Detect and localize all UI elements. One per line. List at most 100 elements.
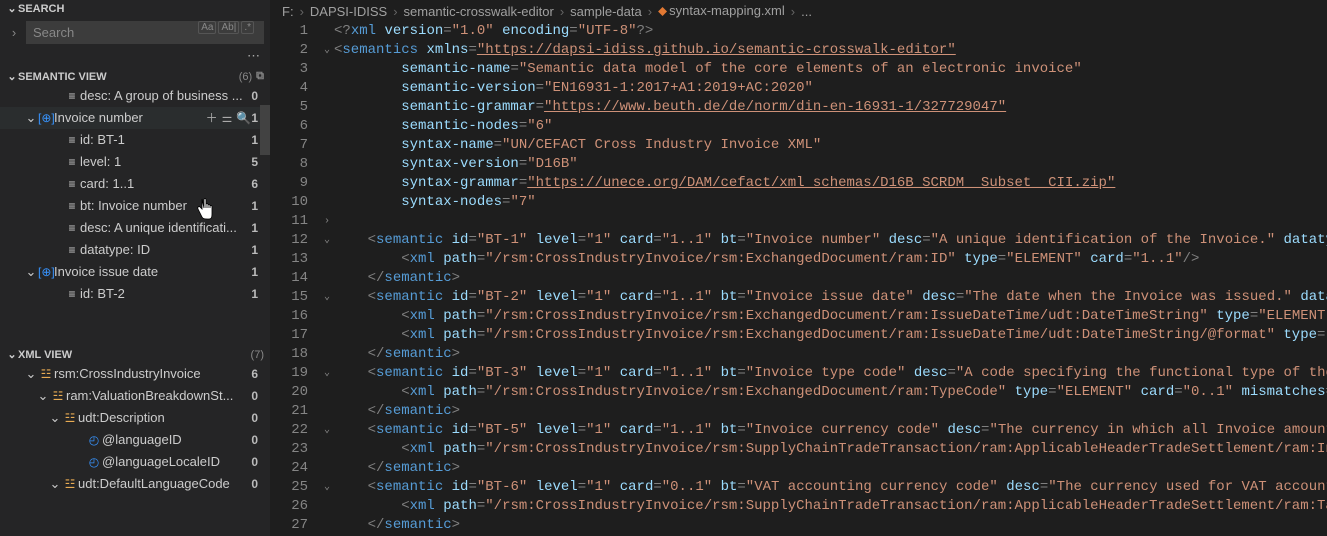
fold-gutter[interactable]: ⌄›⌄⌄⌄⌄⌄ (320, 22, 334, 536)
xml-tree-item[interactable]: ◴@languageID0 (0, 429, 270, 451)
code-line[interactable]: semantic-grammar="https://www.beuth.de/d… (334, 98, 1327, 117)
code-line[interactable]: syntax-grammar="https://unece.org/DAM/ce… (334, 174, 1327, 193)
fold-toggle (320, 136, 334, 155)
fold-toggle[interactable]: › (320, 212, 334, 231)
code-line[interactable]: <xml path="/rsm:CrossIndustryInvoice/rsm… (334, 383, 1327, 402)
code-line[interactable]: <xml path="/rsm:CrossIndustryInvoice/rsm… (334, 440, 1327, 459)
code-line[interactable]: <semantic id="BT-1" level="1" card="1..1… (334, 231, 1327, 250)
regex-toggle[interactable]: .* (241, 21, 254, 34)
semantic-tree-item[interactable]: ≡bt: Invoice number1 (0, 195, 270, 217)
code-lines[interactable]: <?xml version="1.0" encoding="UTF-8"?><s… (334, 22, 1327, 536)
code-line[interactable]: <semantics xmlns="https://dapsi-idiss.gi… (334, 41, 1327, 60)
item-icon: ☳ (38, 364, 54, 384)
item-icon: ☳ (50, 386, 66, 406)
fold-toggle[interactable]: ⌄ (320, 288, 334, 307)
semantic-tree-item[interactable]: ≡id: BT-11 (0, 129, 270, 151)
semantic-view-header[interactable]: ⌄ SEMANTIC VIEW (6) ⧉ (0, 68, 270, 85)
xml-tree-item[interactable]: ⌄☳rsm:CrossIndustryInvoice6 (0, 363, 270, 385)
semantic-tree-item[interactable]: ⌄[⊕]Invoice issue date1 (0, 261, 270, 283)
semantic-tree-item[interactable]: ≡desc: A unique identificati...1 (0, 217, 270, 239)
semantic-tree-item[interactable]: ⌄[⊕]Invoice number＋⚌🔍1 (0, 107, 270, 129)
line-number: 21 (270, 402, 308, 421)
breadcrumb-segment[interactable]: ... (801, 4, 812, 19)
semantic-tree-item[interactable]: ≡desc: A group of business ...0 (0, 85, 270, 107)
sidebar: ⌄ SEARCH › Aa Ab| .* ⋯ ⌄ SEMANTIC VIEW (… (0, 0, 270, 536)
xml-tree-item[interactable]: ⌄☳udt:Description0 (0, 407, 270, 429)
code-line[interactable]: <semantic id="BT-3" level="1" card="1..1… (334, 364, 1327, 383)
code-line[interactable]: </semantic> (334, 516, 1327, 535)
breadcrumb-segment[interactable]: semantic-crosswalk-editor (404, 4, 554, 19)
code-line[interactable]: <semantic id="BT-5" level="1" card="1..1… (334, 421, 1327, 440)
xml-tree-item[interactable]: ◴@languageLocaleID0 (0, 451, 270, 473)
fold-toggle[interactable]: ⌄ (320, 364, 334, 383)
search-icon[interactable]: 🔍 (236, 108, 251, 128)
search-more-button[interactable]: ⋯ (0, 48, 270, 68)
semantic-tree-item[interactable]: ≡level: 15 (0, 151, 270, 173)
code-line[interactable]: semantic-nodes="6" (334, 117, 1327, 136)
xml-tree-item[interactable]: ⌄☳ram:ValuationBreakdownSt...0 (0, 385, 270, 407)
expand-search-icon[interactable]: › (6, 25, 22, 40)
chevron-down-icon: ⌄ (6, 70, 18, 83)
code-line[interactable]: </semantic> (334, 459, 1327, 478)
code-line[interactable]: <semantic id="BT-2" level="1" card="1..1… (334, 288, 1327, 307)
fold-toggle (320, 155, 334, 174)
line-number: 24 (270, 459, 308, 478)
line-number: 19 (270, 364, 308, 383)
fold-toggle (320, 117, 334, 136)
xml-view-header[interactable]: ⌄ XML VIEW (7) (0, 346, 270, 363)
fold-toggle[interactable]: ⌄ (320, 41, 334, 60)
code-line[interactable]: semantic-name="Semantic data model of th… (334, 60, 1327, 79)
line-number: 23 (270, 440, 308, 459)
code-area[interactable]: 1234567891011121314151617181920212223242… (270, 22, 1327, 536)
item-label: desc: A unique identificati... (80, 218, 251, 238)
item-icon: ◴ (86, 430, 102, 450)
fold-toggle (320, 250, 334, 269)
item-badge: 0 (251, 386, 264, 406)
fold-toggle[interactable]: ⌄ (320, 421, 334, 440)
breadcrumb-segment[interactable]: DAPSI-IDISS (310, 4, 387, 19)
fold-toggle[interactable]: ⌄ (320, 478, 334, 497)
match-word-toggle[interactable]: Ab| (218, 21, 239, 34)
code-line[interactable]: <xml path="/rsm:CrossIndustryInvoice/rsm… (334, 250, 1327, 269)
code-line[interactable]: </semantic> (334, 345, 1327, 364)
code-line[interactable]: <semantic id="BT-6" level="1" card="0..1… (334, 478, 1327, 497)
semantic-tree-item[interactable]: ≡datatype: ID1 (0, 239, 270, 261)
line-number: 3 (270, 60, 308, 79)
semantic-tree: ≡desc: A group of business ...0⌄[⊕]Invoi… (0, 85, 270, 346)
breadcrumb[interactable]: F:›DAPSI-IDISS›semantic-crosswalk-editor… (270, 0, 1327, 22)
match-case-toggle[interactable]: Aa (198, 21, 216, 34)
breadcrumb-segment[interactable]: F: (282, 4, 294, 19)
fold-toggle[interactable]: ⌄ (320, 231, 334, 250)
breadcrumb-segment[interactable]: sample-data (570, 4, 642, 19)
code-line[interactable]: <xml path="/rsm:CrossIndustryInvoice/rsm… (334, 326, 1327, 345)
item-badge: 0 (251, 430, 264, 450)
item-label: bt: Invoice number (80, 196, 251, 216)
line-number: 9 (270, 174, 308, 193)
code-line[interactable]: <?xml version="1.0" encoding="UTF-8"?> (334, 22, 1327, 41)
code-line[interactable] (334, 212, 1327, 231)
xml-tree-item[interactable]: ⌄☳udt:DefaultLanguageCode0 (0, 473, 270, 495)
scrollbar-thumb[interactable] (260, 105, 270, 155)
filter-icon[interactable]: ⚌ (222, 108, 233, 128)
line-number: 17 (270, 326, 308, 345)
restore-layout-icon[interactable]: ⧉ (256, 70, 264, 83)
item-label: Invoice issue date (54, 262, 251, 282)
search-section-header[interactable]: ⌄ SEARCH (0, 0, 270, 17)
code-line[interactable]: <xml path="/rsm:CrossIndustryInvoice/rsm… (334, 497, 1327, 516)
item-badge: 0 (251, 408, 264, 428)
line-number: 12 (270, 231, 308, 250)
fold-toggle (320, 497, 334, 516)
code-line[interactable]: </semantic> (334, 269, 1327, 288)
code-line[interactable]: syntax-nodes="7" (334, 193, 1327, 212)
add-icon[interactable]: ＋ (206, 108, 218, 128)
code-line[interactable]: syntax-version="D16B" (334, 155, 1327, 174)
code-line[interactable]: syntax-name="UN/CEFACT Cross Industry In… (334, 136, 1327, 155)
code-line[interactable]: </semantic> (334, 402, 1327, 421)
breadcrumb-segment[interactable]: ⬥syntax-mapping.xml (658, 3, 785, 19)
code-line[interactable]: <xml path="/rsm:CrossIndustryInvoice/rsm… (334, 307, 1327, 326)
semantic-tree-item[interactable]: ≡card: 1..16 (0, 173, 270, 195)
code-line[interactable]: semantic-version="EN16931-1:2017+A1:2019… (334, 79, 1327, 98)
semantic-tree-item[interactable]: ≡id: BT-21 (0, 283, 270, 305)
fold-toggle (320, 383, 334, 402)
item-label: id: BT-2 (80, 284, 251, 304)
